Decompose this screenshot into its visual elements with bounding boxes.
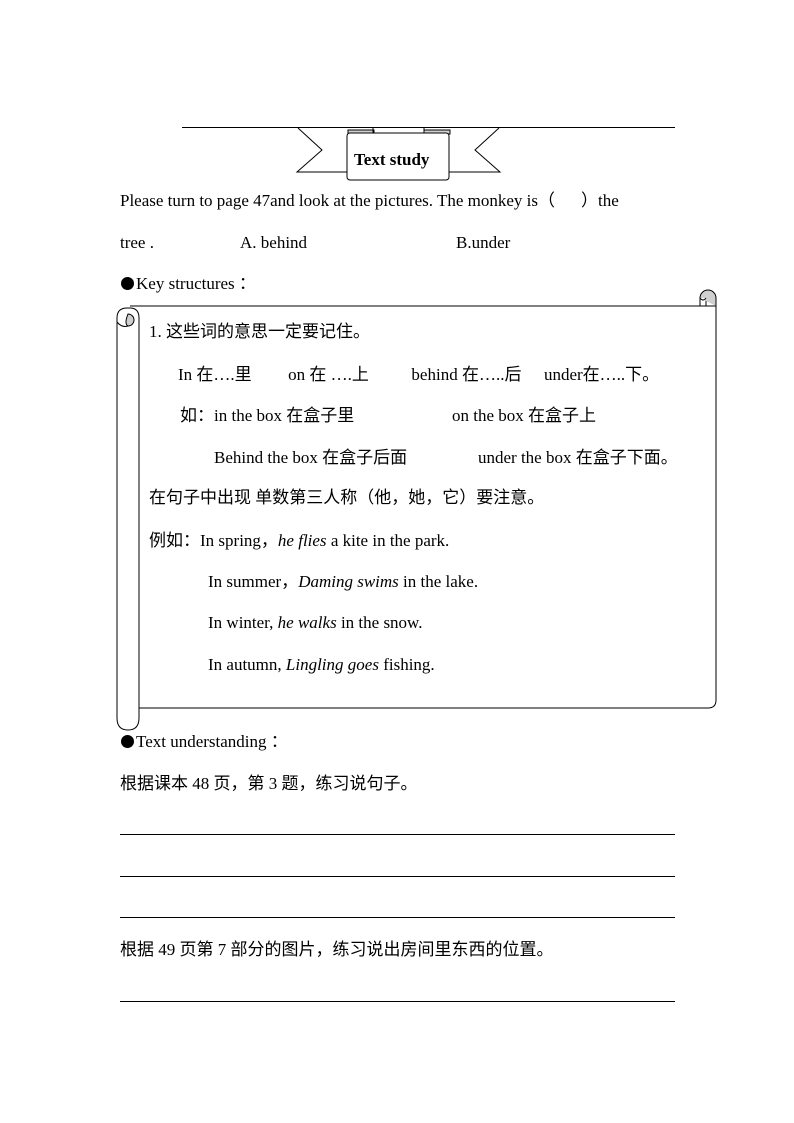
answer-line-1[interactable] (120, 834, 675, 835)
word-en: behind (411, 365, 458, 384)
phrase-zh: 在盒子后面 (322, 448, 408, 467)
phrase-row-2b: under the box 在盒子下面。 (478, 448, 678, 468)
phrase-zh: 在盒子里 (286, 406, 355, 425)
sentence-pre: In spring， (200, 531, 278, 550)
sentence-pre: In summer， (208, 572, 299, 591)
word-en: on (288, 365, 306, 384)
sentence-post: in the lake. (398, 572, 479, 591)
sentence-verb: Daming swims (298, 572, 399, 591)
task-2: 根据 49 页第 7 部分的图片，练习说出房间里东西的位置。 (120, 940, 554, 959)
text-understanding-heading: Text understanding ： (121, 732, 288, 752)
key-structures-item-1: 1. 这些词的意思一定要记住。 (149, 322, 370, 341)
word-zh: 在 ….上 (309, 365, 369, 384)
sentence-verb: Lingling goes (285, 655, 379, 674)
word-en: under (543, 365, 583, 384)
phrase-en: on the box (452, 406, 524, 425)
answer-line-4[interactable] (120, 1001, 675, 1002)
phrase-row-1b: on the box 在盒子上 (452, 406, 596, 426)
third-person-note: 在句子中出现 单数第三人称（他，她，它）要注意。 (149, 488, 545, 507)
sentence-pre: In autumn, (208, 655, 286, 674)
sentence-post: fishing. (378, 655, 435, 674)
sentence-post: in the snow. (336, 613, 423, 632)
sentence-verb: he walks (277, 613, 337, 632)
word-en: In (178, 365, 193, 384)
example-sentence: In winter, he walks in the snow. (208, 613, 422, 633)
sentence-verb: he flies (277, 531, 327, 550)
phrase-row-1: 如：in the box 在盒子里 (180, 406, 354, 426)
phrase-zh: 在盒子下面。 (575, 448, 678, 467)
phrase-row-2: Behind the box 在盒子后面 (214, 448, 407, 468)
word-zh: 在….里 (196, 365, 252, 384)
example-sentence: In autumn, Lingling goes fishing. (208, 655, 435, 675)
word-zh: 在…..下。 (582, 365, 660, 384)
phrase-zh: 在盒子上 (528, 406, 597, 425)
answer-line-2[interactable] (120, 876, 675, 877)
task-1: 根据课本 48 页，第 3 题，练习说句子。 (120, 774, 418, 793)
word-row: In 在….里 on 在 ….上 behind 在…..后 under在…..下… (178, 365, 659, 385)
text-understanding-label: Text understanding ： (136, 732, 288, 751)
phrase-en: in the box (214, 406, 282, 425)
sentence-post: a kite in the park. (326, 531, 450, 550)
phrase-en: under the box (478, 448, 572, 467)
example-sentence: In summer，Daming swims in the lake. (208, 572, 478, 592)
phrase-en: Behind the box (214, 448, 318, 467)
example-sentence: 例如：In spring，he flies a kite in the park… (149, 531, 449, 551)
example-prefix: 如： (180, 406, 214, 425)
answer-line-3[interactable] (120, 917, 675, 918)
sentence-pre: In winter, (208, 613, 278, 632)
sentences-prefix: 例如： (149, 531, 200, 550)
bullet-icon (121, 735, 134, 748)
word-zh: 在…..后 (461, 365, 522, 384)
